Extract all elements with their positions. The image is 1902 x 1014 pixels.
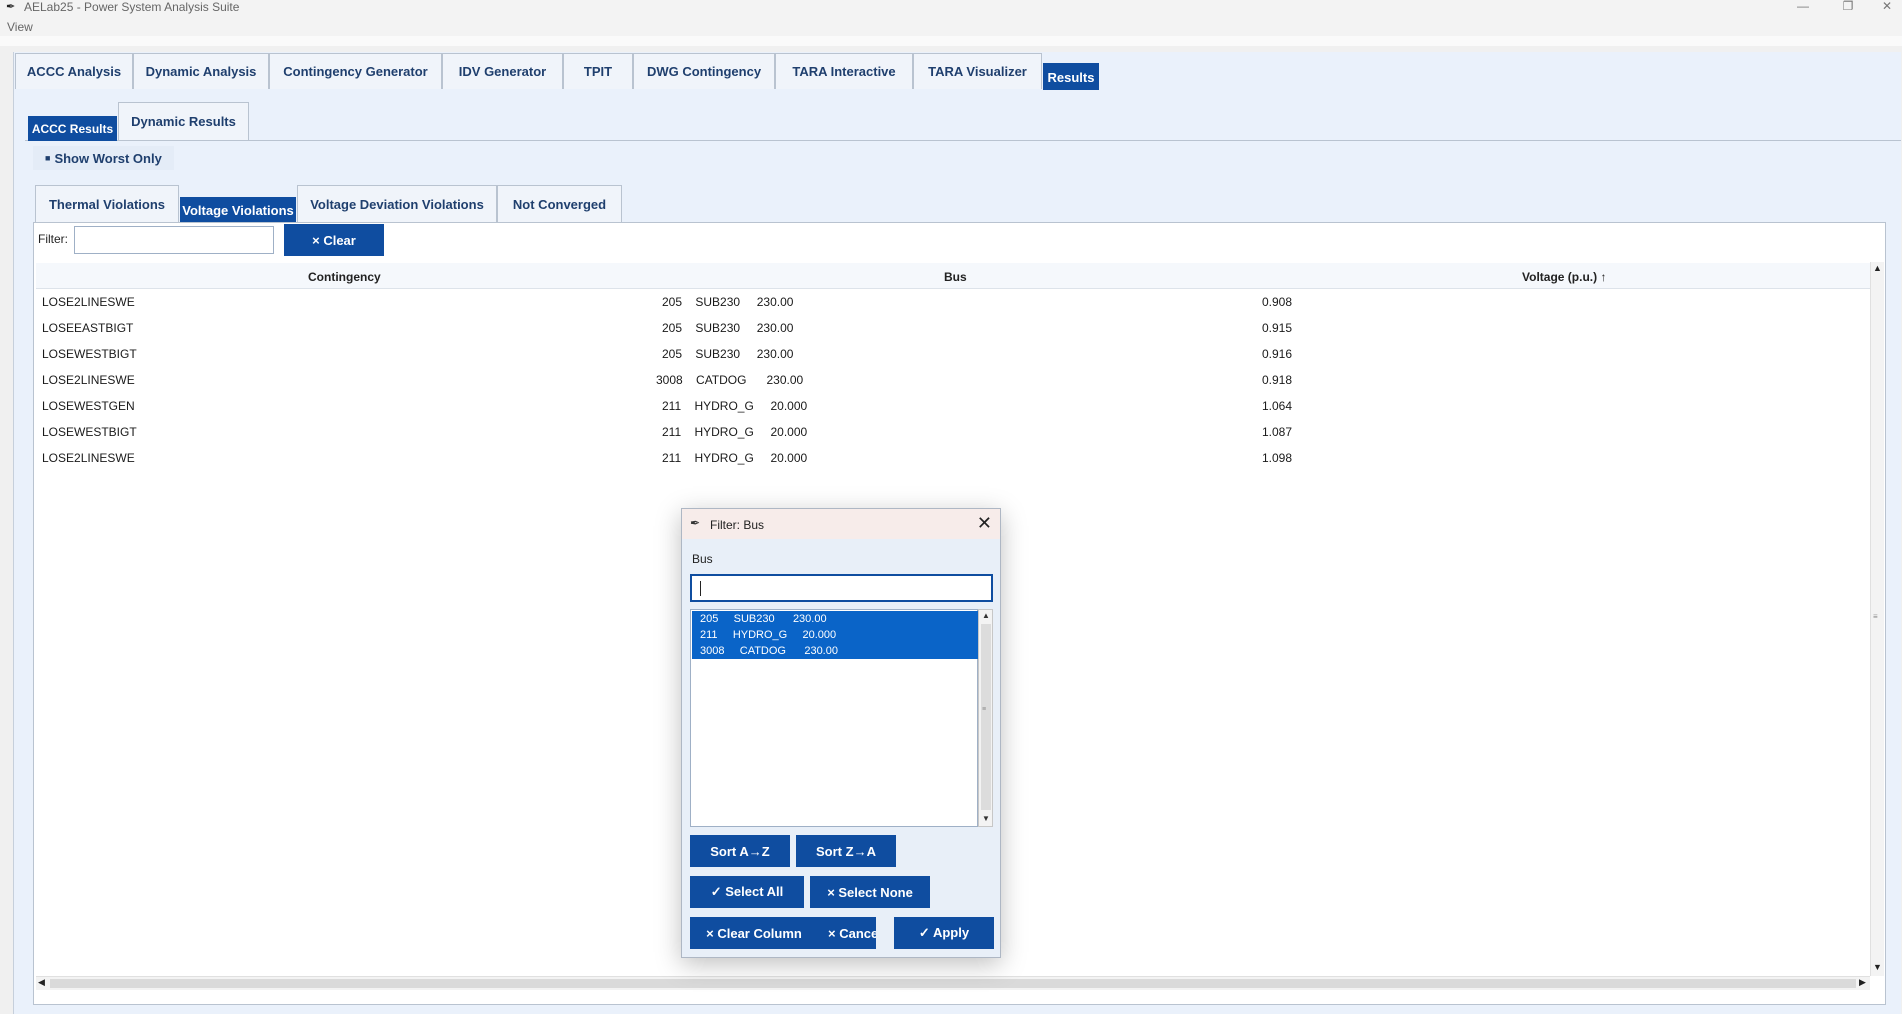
feather-app-icon: ✒ [6,1,16,13]
apply-button[interactable]: ✓ Apply [894,917,994,949]
square-icon: ■ [45,153,51,163]
bus-value-list[interactable]: 205 SUB230 230.00 211 HYDRO_G 20.000 300… [690,609,978,827]
table-row[interactable]: LOSEWESTGEN 211 HYDRO_G 20.000 1.064 [36,393,1870,419]
voltage-cell: 1.098 [1262,451,1293,465]
show-worst-only-label: Show Worst Only [54,150,162,166]
table-row[interactable]: LOSE2LINESWE 3008 CATDOG 230.00 0.918 [36,367,1870,393]
voltage-cell: 0.916 [1262,347,1293,361]
tab-not-converged[interactable]: Not Converged [497,185,622,223]
contingency-cell: LOSE2LINESWE [42,373,135,387]
tab-voltage-violations[interactable]: Voltage Violations [180,197,296,223]
voltage-cell: 0.918 [1262,373,1293,387]
tab-tara-interactive[interactable]: TARA Interactive [775,53,913,89]
voltage-cell: 0.908 [1262,295,1293,309]
tab-contingency-generator[interactable]: Contingency Generator [269,53,442,89]
clear-column-button[interactable]: × Clear Column [690,917,818,949]
list-scroll-thumb[interactable] [981,624,991,810]
table-row[interactable]: LOSEEASTBIGT 205 SUB230 230.00 0.915 [36,315,1870,341]
table-horizontal-scrollbar[interactable]: ◀ ▶ [36,976,1870,990]
tab-results[interactable]: Results [1043,63,1099,90]
filter-input[interactable] [74,226,274,254]
bus-cell: 3008 CATDOG 230.00 [656,373,804,387]
dialog-field-label: Bus [692,552,713,566]
scroll-right-arrow-icon[interactable]: ▶ [1859,977,1866,988]
bus-cell: 211 HYDRO_G 20.000 [662,399,808,413]
contingency-cell: LOSE2LINESWE [42,295,135,309]
feather-icon: ✒ [690,516,701,530]
tab-tara-visualizer[interactable]: TARA Visualizer [913,53,1042,89]
sort-z-a-button[interactable]: Sort Z→A [796,835,896,867]
clear-filter-button[interactable]: × Clear [284,224,384,256]
voltage-cell: 1.064 [1262,399,1293,413]
tab-dynamic-results[interactable]: Dynamic Results [118,102,249,140]
scroll-up-arrow-icon[interactable]: ▲ [982,611,990,620]
tab-tpit[interactable]: TPIT [563,53,633,89]
window-title: AELab25 - Power System Analysis Suite [24,0,240,14]
dialog-title-bar: ✒ Filter: Bus ✕ [682,509,1000,539]
column-header-bus[interactable]: Bus [944,270,967,284]
voltage-cell: 1.087 [1262,425,1293,439]
dialog-title: Filter: Bus [710,518,765,532]
bus-search-input[interactable] [690,574,993,602]
contingency-cell: LOSEWESTGEN [42,399,135,413]
voltage-cell: 0.915 [1262,321,1293,335]
menu-bar: View [0,16,1902,36]
table-row[interactable]: LOSEWESTBIGT 205 SUB230 230.00 0.916 [36,341,1870,367]
bus-cell: 205 SUB230 230.00 [662,347,794,361]
restore-button[interactable]: ❐ [1833,0,1863,14]
scroll-down-arrow-icon[interactable]: ▼ [982,814,990,823]
scroll-down-arrow-icon[interactable]: ▼ [1873,962,1882,972]
table-vertical-scrollbar[interactable]: ▲ ≡ ▼ [1870,262,1884,976]
table-row[interactable]: LOSE2LINESWE 211 HYDRO_G 20.000 1.098 [36,445,1870,471]
tab-dynamic-analysis[interactable]: Dynamic Analysis [133,53,269,89]
tab-accc-results[interactable]: ACCC Results [28,116,117,141]
bus-cell: 211 HYDRO_G 20.000 [662,425,808,439]
scroll-grip-icon: ≡ [982,706,987,713]
column-header-contingency[interactable]: Contingency [308,270,381,284]
contingency-cell: LOSEWESTBIGT [42,347,137,361]
tab-idv-generator[interactable]: IDV Generator [442,53,563,89]
bus-cell: 205 SUB230 230.00 [662,295,794,309]
close-icon[interactable]: ✕ [977,513,992,534]
tab-dwg-contingency[interactable]: DWG Contingency [633,53,775,89]
contingency-cell: LOSE2LINESWE [42,451,135,465]
tab-accc-analysis[interactable]: ACCC Analysis [15,53,133,89]
list-scrollbar[interactable]: ▲ ≡ ▼ [978,609,993,827]
bus-cell: 211 HYDRO_G 20.000 [662,451,808,465]
show-worst-only-toggle[interactable]: ■ Show Worst Only [33,146,174,170]
select-none-button[interactable]: × Select None [810,876,930,908]
text-caret [700,581,701,596]
bus-cell: 205 SUB230 230.00 [662,321,794,335]
sort-a-z-button[interactable]: Sort A→Z [690,835,790,867]
contingency-cell: LOSEWESTBIGT [42,425,137,439]
list-item[interactable]: 205 SUB230 230.00 [692,611,978,627]
column-header-voltage[interactable]: Voltage (p.u.) ↑ [1522,270,1606,284]
filter-bus-dialog: ✒ Filter: Bus ✕ Bus 205 SUB230 230.00 21… [681,508,1001,958]
table-row[interactable]: LOSE2LINESWE 205 SUB230 230.00 0.908 [36,289,1870,315]
tab-thermal-violations[interactable]: Thermal Violations [35,185,179,223]
list-item[interactable]: 211 HYDRO_G 20.000 [692,627,978,643]
scroll-grip-icon: ≡ [1873,612,1878,621]
minimize-button[interactable]: — [1788,0,1818,14]
scroll-left-arrow-icon[interactable]: ◀ [38,977,45,988]
menu-view[interactable]: View [7,20,33,34]
filter-label: Filter: [38,232,68,246]
spacer [0,36,1902,46]
contingency-cell: LOSEEASTBIGT [42,321,134,335]
select-all-button[interactable]: ✓ Select All [690,876,804,908]
table-row[interactable]: LOSEWESTBIGT 211 HYDRO_G 20.000 1.087 [36,419,1870,445]
list-item[interactable]: 3008 CATDOG 230.00 [692,643,978,659]
title-bar: ✒ AELab25 - Power System Analysis Suite … [0,0,1902,16]
close-window-button[interactable]: ✕ [1872,0,1902,14]
horizontal-scroll-thumb[interactable] [50,979,1856,988]
table-header: Contingency Bus Voltage (p.u.) ↑ [36,263,1870,289]
scroll-up-arrow-icon[interactable]: ▲ [1873,263,1882,273]
cancel-button[interactable]: × Cance [818,917,876,949]
tab-voltage-deviation-violations[interactable]: Voltage Deviation Violations [297,185,497,223]
